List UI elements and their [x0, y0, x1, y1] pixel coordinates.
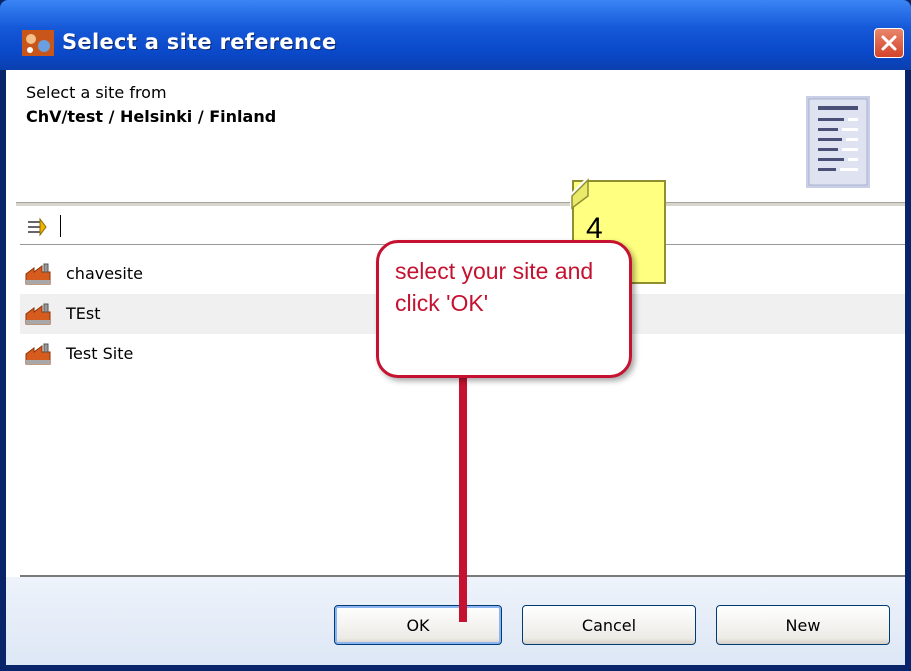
- note-fold-icon: [570, 178, 602, 210]
- filter-icon: [28, 217, 47, 237]
- title-bar[interactable]: Select a site reference: [0, 0, 911, 70]
- dialog-title: Select a site reference: [62, 30, 337, 54]
- text-caret: [60, 215, 61, 237]
- callout-text: select your site and click 'OK': [395, 258, 594, 316]
- site-building-icon: [25, 263, 51, 285]
- button-bar: OK Cancel New: [6, 577, 905, 665]
- cancel-button[interactable]: Cancel: [522, 605, 696, 645]
- site-building-icon: [25, 303, 51, 325]
- dialog-header: Select a site from ChV/test / Helsinki /…: [6, 70, 905, 198]
- filter-input[interactable]: [60, 212, 890, 240]
- callout-bubble: select your site and click 'OK': [376, 240, 632, 378]
- select-from-label: Select a site from: [26, 83, 167, 102]
- new-button[interactable]: New: [716, 605, 890, 645]
- callout-pointer: [459, 378, 467, 622]
- document-list-icon: [806, 96, 870, 188]
- close-button[interactable]: [874, 28, 904, 58]
- location-path: ChV/test / Helsinki / Finland: [26, 107, 277, 126]
- site-name: chavesite: [66, 264, 143, 283]
- dialog-window: Select a site reference Select a site fr…: [0, 0, 911, 671]
- app-logo-icon: [22, 30, 54, 56]
- close-icon: [881, 35, 897, 51]
- site-name: Test Site: [66, 344, 134, 363]
- site-name: TEst: [66, 304, 101, 323]
- site-building-icon: [25, 343, 51, 365]
- header-separator: [16, 202, 905, 206]
- ok-button[interactable]: OK: [334, 605, 502, 645]
